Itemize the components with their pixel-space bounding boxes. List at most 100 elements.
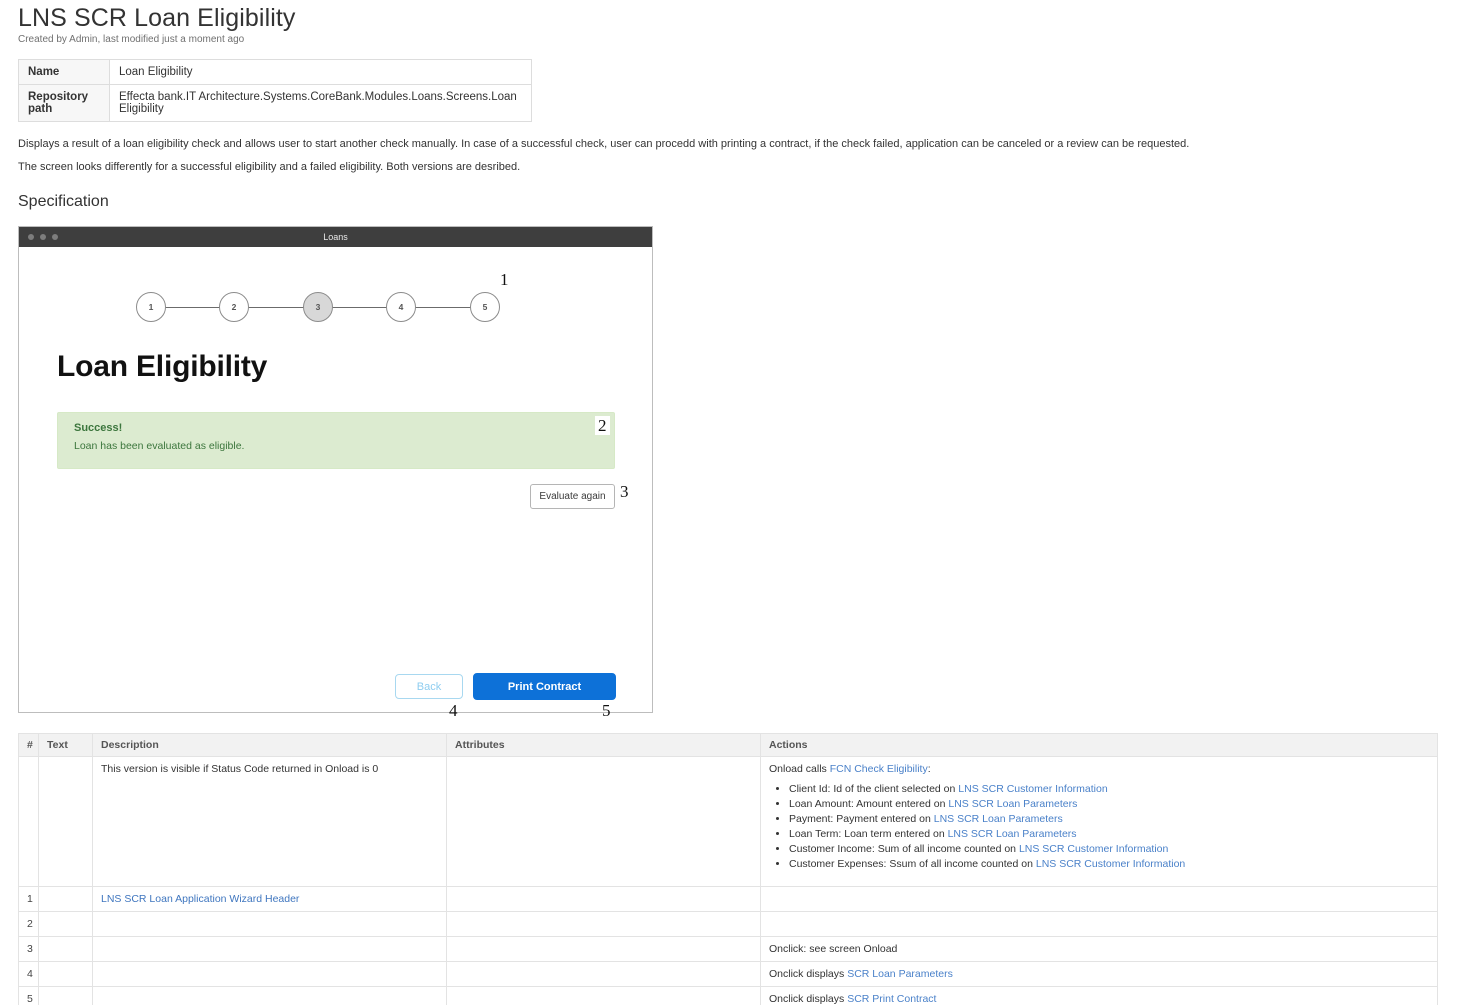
specification-heading: Specification: [18, 193, 109, 210]
bullet-lead: Customer Income: Sum of all income count…: [789, 843, 1019, 855]
list-item: Loan Amount: Amount entered on LNS SCR L…: [789, 797, 1429, 811]
link-lns-scr-customer-information[interactable]: LNS SCR Customer Information: [1036, 858, 1185, 870]
table-row: Name Loan Eligibility: [18, 59, 532, 85]
cell-description: LNS SCR Loan Application Wizard Header: [92, 886, 447, 912]
list-item: Loan Term: Loan term entered on LNS SCR …: [789, 827, 1429, 841]
stepper-step-1[interactable]: 1: [136, 292, 166, 322]
link-scr-loan-parameters[interactable]: SCR Loan Parameters: [847, 968, 953, 980]
page-title: LNS SCR Loan Eligibility: [18, 4, 296, 32]
bullet-lead: Loan Term: Loan term entered on: [789, 828, 948, 840]
mockup-body: 1 2 3 4 5 1 Loan Eligibility Success! Lo…: [19, 247, 652, 719]
actions-colon: :: [927, 763, 931, 775]
table-row: Repository path Effecta bank.IT Architec…: [18, 84, 532, 122]
cell-attributes: [446, 756, 761, 887]
table-row: 2: [18, 911, 1438, 937]
status-alert-success: Success! Loan has been evaluated as elig…: [57, 412, 615, 469]
cell-actions: Onclick displays SCR Loan Parameters: [760, 961, 1438, 987]
link-lns-scr-loan-parameters[interactable]: LNS SCR Loan Parameters: [934, 813, 1063, 825]
cell-description: [92, 911, 447, 937]
cell-actions: Onload calls FCN Check Eligibility: Clie…: [760, 756, 1438, 887]
table-row: 1 LNS SCR Loan Application Wizard Header: [18, 886, 1438, 912]
actions-lead-text: Onclick displays: [769, 993, 848, 1005]
cell-actions: [760, 911, 1438, 937]
back-button[interactable]: Back: [395, 674, 463, 699]
table-header-row: # Text Description Attributes Actions: [18, 733, 1438, 757]
list-item: Client Id: Id of the client selected on …: [789, 782, 1429, 796]
cell-description: [92, 961, 447, 987]
cell-number: 4: [18, 961, 39, 987]
column-header-description: Description: [92, 733, 447, 757]
annotation-marker-2: 2: [595, 416, 610, 435]
cell-number: 1: [18, 886, 39, 912]
cell-text: [38, 936, 93, 962]
evaluate-again-button[interactable]: Evaluate again: [530, 484, 615, 509]
bullet-lead: Customer Expenses: Ssum of all income co…: [789, 858, 1036, 870]
stepper-step-3[interactable]: 3: [303, 292, 333, 322]
link-wizard-header[interactable]: LNS SCR Loan Application Wizard Header: [101, 893, 299, 905]
specification-table: # Text Description Attributes Actions Th…: [18, 733, 1438, 1005]
cell-number: 2: [18, 911, 39, 937]
table-row: 5 Onclick displays SCR Print Contract: [18, 986, 1438, 1005]
stepper-step-5[interactable]: 5: [470, 292, 500, 322]
cell-attributes: [446, 986, 761, 1005]
cell-attributes: [446, 886, 761, 912]
cell-text: [38, 986, 93, 1005]
screen-mockup: Loans 1 2 3 4 5 1 Loan Eligibility Succe…: [18, 226, 653, 719]
page-byline: Created by Admin, last modified just a m…: [18, 34, 245, 45]
cell-number: [18, 756, 39, 887]
bullet-lead: Payment: Payment entered on: [789, 813, 934, 825]
maximize-dot-icon: [52, 234, 58, 240]
cell-actions: [760, 886, 1438, 912]
column-header-actions: Actions: [760, 733, 1438, 757]
print-contract-button[interactable]: Print Contract: [473, 673, 616, 700]
info-value-name: Loan Eligibility: [109, 59, 532, 85]
screen-heading: Loan Eligibility: [57, 350, 268, 383]
link-lns-scr-loan-parameters[interactable]: LNS SCR Loan Parameters: [948, 828, 1077, 840]
close-dot-icon: [28, 234, 34, 240]
list-item: Customer Expenses: Ssum of all income co…: [789, 857, 1429, 871]
window-controls: [28, 234, 58, 240]
actions-bullet-list: Client Id: Id of the client selected on …: [769, 782, 1429, 871]
actions-lead-text: Onclick displays: [769, 968, 848, 980]
list-item: Customer Income: Sum of all income count…: [789, 842, 1429, 856]
list-item: Payment: Payment entered on LNS SCR Loan…: [789, 812, 1429, 826]
info-key-name: Name: [18, 59, 110, 85]
cell-actions: Onclick displays SCR Print Contract: [760, 986, 1438, 1005]
cell-text: [38, 756, 93, 887]
link-lns-scr-customer-information[interactable]: LNS SCR Customer Information: [1019, 843, 1168, 855]
cell-text: [38, 886, 93, 912]
link-lns-scr-customer-information[interactable]: LNS SCR Customer Information: [958, 783, 1107, 795]
cell-number: 5: [18, 986, 39, 1005]
wizard-stepper: 1 2 3 4 5: [136, 292, 506, 324]
column-header-attributes: Attributes: [446, 733, 761, 757]
actions-lead-text: Onload calls: [769, 763, 830, 775]
bullet-lead: Client Id: Id of the client selected on: [789, 783, 959, 795]
annotation-marker-3: 3: [620, 482, 629, 501]
cell-description: [92, 986, 447, 1005]
table-row: This version is visible if Status Code r…: [18, 756, 1438, 887]
description-paragraph-1: Displays a result of a loan eligibility …: [18, 138, 1190, 150]
mockup-window-title: Loans: [323, 232, 348, 242]
annotation-marker-5: 5: [602, 701, 611, 720]
info-table: Name Loan Eligibility Repository path Ef…: [18, 59, 532, 122]
link-scr-print-contract[interactable]: SCR Print Contract: [847, 993, 936, 1005]
minimize-dot-icon: [40, 234, 46, 240]
cell-attributes: [446, 911, 761, 937]
cell-actions: Onclick: see screen Onload: [760, 936, 1438, 962]
column-header-text: Text: [38, 733, 93, 757]
cell-attributes: [446, 936, 761, 962]
cell-number: 3: [18, 936, 39, 962]
table-row: 3 Onclick: see screen Onload: [18, 936, 1438, 962]
table-row: 4 Onclick displays SCR Loan Parameters: [18, 961, 1438, 987]
alert-message: Loan has been evaluated as eligible.: [74, 440, 245, 452]
annotation-marker-1: 1: [500, 270, 509, 289]
stepper-step-2[interactable]: 2: [219, 292, 249, 322]
info-value-repository-path: Effecta bank.IT Architecture.Systems.Cor…: [109, 84, 532, 122]
column-header-number: #: [18, 733, 39, 757]
bullet-lead: Loan Amount: Amount entered on: [789, 798, 949, 810]
page-root: LNS SCR Loan Eligibility Created by Admi…: [0, 0, 1465, 1005]
link-fcn-check-eligibility[interactable]: FCN Check Eligibility: [830, 763, 928, 775]
cell-text: [38, 911, 93, 937]
link-lns-scr-loan-parameters[interactable]: LNS SCR Loan Parameters: [948, 798, 1077, 810]
stepper-step-4[interactable]: 4: [386, 292, 416, 322]
